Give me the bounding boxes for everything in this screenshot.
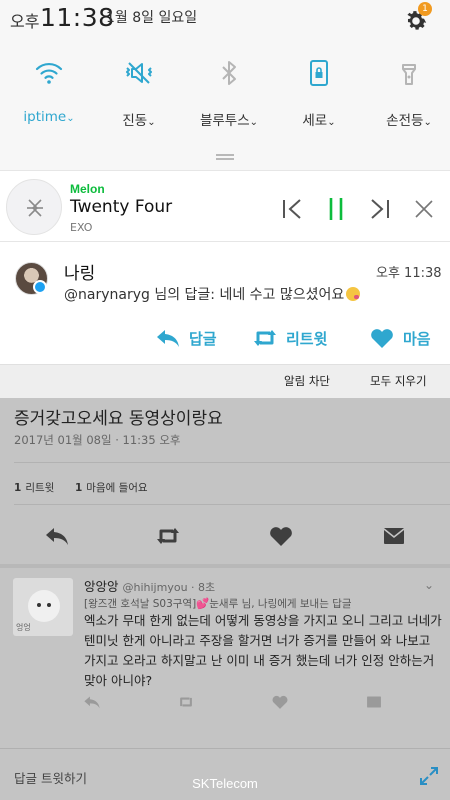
reply-context-team: [왕즈갠 호석날 S03구역] xyxy=(84,598,197,610)
chevron-down-icon: ⌄ xyxy=(147,117,156,128)
tile-rotation-label: 세로 xyxy=(302,113,328,129)
reply-icon[interactable] xyxy=(83,694,101,710)
quick-tiles: iptime⌄ 진동⌄ 블루투스⌄ 세로⌄ 손전등⌄ xyxy=(0,55,450,135)
tile-vibrate-label: 진동 xyxy=(122,113,148,129)
heart-icon[interactable] xyxy=(271,694,289,710)
retweet-icon xyxy=(254,330,276,346)
chevron-down-icon: ⌄ xyxy=(327,117,336,128)
tile-wifi-label: iptime xyxy=(23,109,67,125)
tweet-timestamp: 2017년 01월 08일 · 11:35 오후 xyxy=(14,433,181,447)
tweet-stats: 1 리트윗 1 마음에 들어요 xyxy=(14,480,148,495)
chevron-down-icon: ⌄ xyxy=(423,117,432,128)
like-count: 1 xyxy=(74,482,83,494)
heart-icon[interactable] xyxy=(268,524,294,548)
status-time: 11:38 xyxy=(40,3,115,32)
message-icon[interactable] xyxy=(365,694,383,710)
background-app: 증거갖고오세요 동영상이랑요 2017년 01월 08일 · 11:35 오후 … xyxy=(0,398,450,800)
panel-drag-handle[interactable] xyxy=(216,154,234,160)
reply-author-name: 앙앙앙 xyxy=(84,579,119,594)
reply-author: 앙앙앙 @hihijmyou · 8초 xyxy=(84,576,215,595)
notification-time: 오후 11:38 xyxy=(376,266,442,281)
like-count-label[interactable]: 마음에 들어요 xyxy=(86,482,147,494)
reply-action-button[interactable]: 답글 xyxy=(155,326,217,350)
message-icon[interactable] xyxy=(381,524,407,548)
divider xyxy=(0,564,450,568)
wifi-icon xyxy=(33,57,65,89)
heart-emoji-icon: 💕 xyxy=(196,598,210,610)
heart-icon xyxy=(371,329,393,348)
reply-context: [왕즈갠 호석날 S03구역]💕눈새루 님, 나링에게 보내는 답글 xyxy=(84,596,352,611)
retweet-action-label: 리트윗 xyxy=(286,329,328,348)
reply-avatar-tag: 엉엉 xyxy=(16,623,31,632)
tile-bluetooth[interactable]: 블루투스⌄ xyxy=(184,55,274,135)
chevron-down-icon[interactable]: ⌄ xyxy=(424,578,434,592)
bluetooth-icon xyxy=(213,57,245,89)
kiss-emoji-icon xyxy=(346,287,361,301)
status-bar: 오후 11:38 1월 8일 일요일 1 xyxy=(0,0,450,40)
chevron-down-icon: ⌄ xyxy=(66,113,75,124)
divider xyxy=(14,462,450,463)
tile-flashlight[interactable]: 손전등⌄ xyxy=(364,55,450,135)
reply-icon[interactable] xyxy=(44,524,70,548)
retweet-count: 1 xyxy=(14,482,22,494)
tile-flashlight-label: 손전등 xyxy=(386,113,424,129)
notification-message: @narynaryg 님의 답글: 네네 수고 많으셨어요 xyxy=(64,284,361,304)
song-title: Twenty Four xyxy=(70,197,173,217)
tile-bluetooth-label: 블루투스 xyxy=(199,113,250,129)
retweet-icon[interactable] xyxy=(155,524,181,548)
tile-vibrate[interactable]: 진동⌄ xyxy=(94,55,184,135)
next-track-icon[interactable] xyxy=(366,195,394,223)
pause-icon[interactable] xyxy=(322,195,350,223)
close-icon[interactable] xyxy=(410,195,438,223)
tile-wifi[interactable]: iptime⌄ xyxy=(4,55,94,135)
tweet-headline: 증거갖고오세요 동영상이랑요 xyxy=(14,409,223,429)
carrier-label: SKTelecom xyxy=(192,776,258,791)
block-notifications-button[interactable]: 알림 차단 xyxy=(284,373,330,389)
melon-app-name: Melon xyxy=(70,182,105,196)
tile-rotation[interactable]: 세로⌄ xyxy=(274,55,364,135)
status-ampm: 오후 xyxy=(10,12,40,31)
reply-avatar[interactable]: 엉엉 xyxy=(13,578,73,636)
quick-settings-panel: 오후 11:38 1월 8일 일요일 1 iptime⌄ 진동⌄ 블루투스⌄ 세… xyxy=(0,0,450,170)
vibrate-icon xyxy=(123,57,155,89)
reply-text: 엑소가 무대 한게 없는데 어떻게 동영상을 가지고 오니 그리고 너네가 텐미… xyxy=(84,613,442,688)
twitter-bird-icon xyxy=(33,280,47,294)
rotation-lock-icon xyxy=(303,57,335,89)
flashlight-icon xyxy=(393,57,425,89)
song-artist: EXO xyxy=(70,221,93,234)
notification-actions-bar: 알림 차단 모두 지우기 xyxy=(0,364,450,398)
previous-track-icon[interactable] xyxy=(278,195,306,223)
album-art xyxy=(6,179,62,235)
settings-badge: 1 xyxy=(418,2,432,16)
twitter-notification[interactable]: 나링 오후 11:38 @narynaryg 님의 답글: 네네 수고 많으셨어… xyxy=(0,242,450,364)
like-action-label: 마음 xyxy=(403,329,431,348)
retweet-action-button[interactable]: 리트윗 xyxy=(252,326,327,350)
reply-action-label: 답글 xyxy=(189,329,217,348)
reply-context-rest: 눈새루 님, 나링에게 보내는 답글 xyxy=(209,598,352,610)
reply-compose-bar[interactable]: 답글 트윗하기 xyxy=(0,748,450,800)
clear-all-button[interactable]: 모두 지우기 xyxy=(370,373,427,389)
melon-notification[interactable]: Melon Twenty Four EXO xyxy=(0,170,450,242)
retweet-count-label[interactable]: 리트윗 xyxy=(25,482,54,494)
reply-author-handle: @hihijmyou · 8초 xyxy=(122,581,216,594)
notification-sender: 나링 xyxy=(64,264,96,284)
like-action-button[interactable]: 마음 xyxy=(369,326,431,350)
reply-icon xyxy=(157,330,179,347)
retweet-icon[interactable] xyxy=(177,694,195,710)
divider xyxy=(14,504,450,505)
status-date: 1월 8일 일요일 xyxy=(106,10,198,26)
chevron-down-icon: ⌄ xyxy=(249,117,259,128)
